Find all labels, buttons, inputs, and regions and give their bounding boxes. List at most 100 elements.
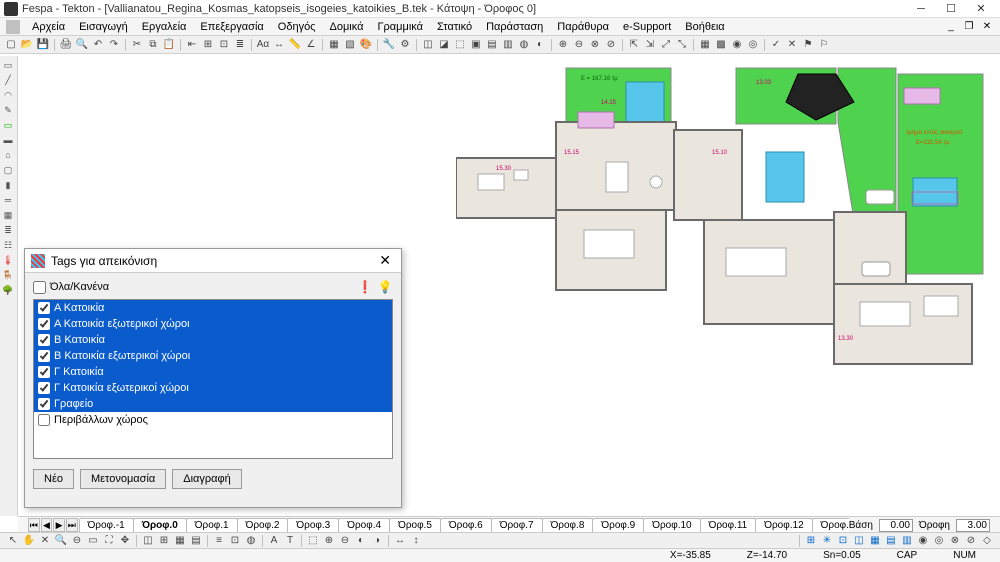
fill-icon[interactable]: ▧: [343, 38, 357, 52]
tool-t-icon[interactable]: ◎: [746, 38, 760, 52]
tool-u-icon[interactable]: ✓: [769, 38, 783, 52]
vtool-pencil-icon[interactable]: ✎: [1, 103, 15, 117]
floor-input[interactable]: [956, 519, 990, 532]
all-none-checkbox[interactable]: Όλα/Κανένα: [33, 281, 353, 294]
grid-icon[interactable]: ⊞: [201, 38, 215, 52]
tool-bb-icon[interactable]: ⊕: [322, 534, 336, 548]
minimize-button[interactable]: ─: [906, 1, 936, 17]
new-button[interactable]: Νέο: [33, 469, 74, 489]
tool-a-icon[interactable]: ◫: [421, 38, 435, 52]
floor-tab[interactable]: Όροφ.3: [287, 518, 339, 532]
base-input[interactable]: [879, 519, 913, 532]
tool-f-icon[interactable]: ▥: [501, 38, 515, 52]
tag-checkbox[interactable]: [38, 318, 50, 330]
floor-tab[interactable]: Όροφ.9: [592, 518, 644, 532]
all-none-input[interactable]: [33, 281, 46, 294]
menu-windows[interactable]: Παράθυρα: [551, 20, 615, 34]
rename-button[interactable]: Μετονομασία: [80, 469, 166, 489]
vtool-line-icon[interactable]: ╱: [1, 73, 15, 87]
vtool-column-icon[interactable]: ▮: [1, 178, 15, 192]
view-a-icon[interactable]: ◫: [141, 534, 155, 548]
vtool-furniture-icon[interactable]: 🪑: [1, 268, 15, 282]
menu-edit[interactable]: Επεξεργασία: [194, 20, 269, 34]
menu-static[interactable]: Στατικό: [431, 20, 478, 34]
menu-files[interactable]: Αρχεία: [26, 20, 71, 34]
dialog-close-button[interactable]: ✕: [375, 252, 395, 269]
tag-row[interactable]: Α Κατοικία εξωτερικοί χώροι: [34, 316, 392, 332]
angle-icon[interactable]: ∠: [304, 38, 318, 52]
tool-c-icon[interactable]: ⬚: [453, 38, 467, 52]
snap-l-icon[interactable]: ◇: [980, 534, 994, 548]
snap-c-icon[interactable]: ⊡: [836, 534, 850, 548]
vtool-rail-icon[interactable]: ☷: [1, 238, 15, 252]
snap-icon[interactable]: ⊡: [217, 38, 231, 52]
tool-i-icon[interactable]: ⊕: [556, 38, 570, 52]
snap-j-icon[interactable]: ⊗: [948, 534, 962, 548]
tool-q-icon[interactable]: ▦: [698, 38, 712, 52]
wrench-icon[interactable]: 🔧: [382, 38, 396, 52]
vtool-stair-icon[interactable]: ≣: [1, 223, 15, 237]
doc-close[interactable]: ✕: [980, 20, 994, 34]
hand-icon[interactable]: ✋: [22, 534, 36, 548]
zoom-out-icon[interactable]: ⊖: [70, 534, 84, 548]
snap-f-icon[interactable]: ▤: [884, 534, 898, 548]
view-b-icon[interactable]: ⊞: [157, 534, 171, 548]
align-icon[interactable]: ⇤: [185, 38, 199, 52]
floor-tab[interactable]: Όροφ.-1: [79, 518, 134, 532]
floor-tab[interactable]: Όροφ.8: [542, 518, 594, 532]
undo-icon[interactable]: ↶: [91, 38, 105, 52]
print-icon[interactable]: 🖨: [59, 38, 73, 52]
preview-icon[interactable]: 🔍: [75, 38, 89, 52]
snap-h-icon[interactable]: ◉: [916, 534, 930, 548]
layer-a-icon[interactable]: ≡: [212, 534, 226, 548]
tool-b-icon[interactable]: ◪: [437, 38, 451, 52]
tool-bc-icon[interactable]: ⊖: [338, 534, 352, 548]
vtool-beam-icon[interactable]: ═: [1, 193, 15, 207]
save-icon[interactable]: 💾: [36, 38, 50, 52]
tool-be-icon[interactable]: ◑: [370, 534, 384, 548]
vtool-thermo-icon[interactable]: 🌡: [1, 253, 15, 267]
tool-k-icon[interactable]: ⊗: [588, 38, 602, 52]
menu-structural[interactable]: Δομικά: [323, 20, 369, 34]
color-icon[interactable]: 🎨: [359, 38, 373, 52]
tool-ba-icon[interactable]: ⬚: [306, 534, 320, 548]
cursor-icon[interactable]: ↖: [6, 534, 20, 548]
tool-x-icon[interactable]: ⚐: [817, 38, 831, 52]
vtool-select-icon[interactable]: ▭: [1, 58, 15, 72]
zoom-in-icon[interactable]: 🔍: [54, 534, 68, 548]
tag-row[interactable]: Β Κατοικία εξωτερικοί χώροι: [34, 348, 392, 364]
snap-d-icon[interactable]: ◫: [852, 534, 866, 548]
new-icon[interactable]: ▢: [4, 38, 18, 52]
tabs-last-icon[interactable]: ⏭: [66, 518, 78, 532]
menu-tools[interactable]: Εργαλεία: [136, 20, 193, 34]
view-d-icon[interactable]: ▤: [189, 534, 203, 548]
open-icon[interactable]: 📂: [20, 38, 34, 52]
tag-row[interactable]: Γ Κατοικία: [34, 364, 392, 380]
layer-b-icon[interactable]: ⊡: [228, 534, 242, 548]
view-c-icon[interactable]: ▦: [173, 534, 187, 548]
hatch-icon[interactable]: ▦: [327, 38, 341, 52]
menu-presentation[interactable]: Παράσταση: [480, 20, 549, 34]
pan-icon[interactable]: ✥: [118, 534, 132, 548]
tag-row[interactable]: Γ Κατοικία εξωτερικοί χώροι: [34, 380, 392, 396]
tool-o-icon[interactable]: ⤢: [659, 38, 673, 52]
text-icon[interactable]: Aα: [256, 38, 270, 52]
floor-tab[interactable]: Όροφ.6: [440, 518, 492, 532]
paste-icon[interactable]: 📋: [162, 38, 176, 52]
text-b-icon[interactable]: T: [283, 534, 297, 548]
snap-g-icon[interactable]: ▥: [900, 534, 914, 548]
vtool-door-icon[interactable]: ⌂: [1, 148, 15, 162]
vtool-rect-icon[interactable]: ▭: [1, 118, 15, 132]
tool-e-icon[interactable]: ▤: [485, 38, 499, 52]
vtool-window-icon[interactable]: ▢: [1, 163, 15, 177]
dialog-titlebar[interactable]: Tags για απεικόνιση ✕: [25, 249, 401, 273]
floor-tab[interactable]: Όροφ.10: [643, 518, 700, 532]
tabs-first-icon[interactable]: ⏮: [28, 518, 40, 532]
maximize-button[interactable]: ☐: [936, 1, 966, 17]
cross-icon[interactable]: ✕: [38, 534, 52, 548]
tool-h-icon[interactable]: ◐: [533, 38, 547, 52]
tag-checkbox[interactable]: [38, 414, 50, 426]
floor-tab[interactable]: Όροφ.1: [186, 518, 238, 532]
tag-row[interactable]: Α Κατοικία: [34, 300, 392, 316]
tag-checkbox[interactable]: [38, 302, 50, 314]
